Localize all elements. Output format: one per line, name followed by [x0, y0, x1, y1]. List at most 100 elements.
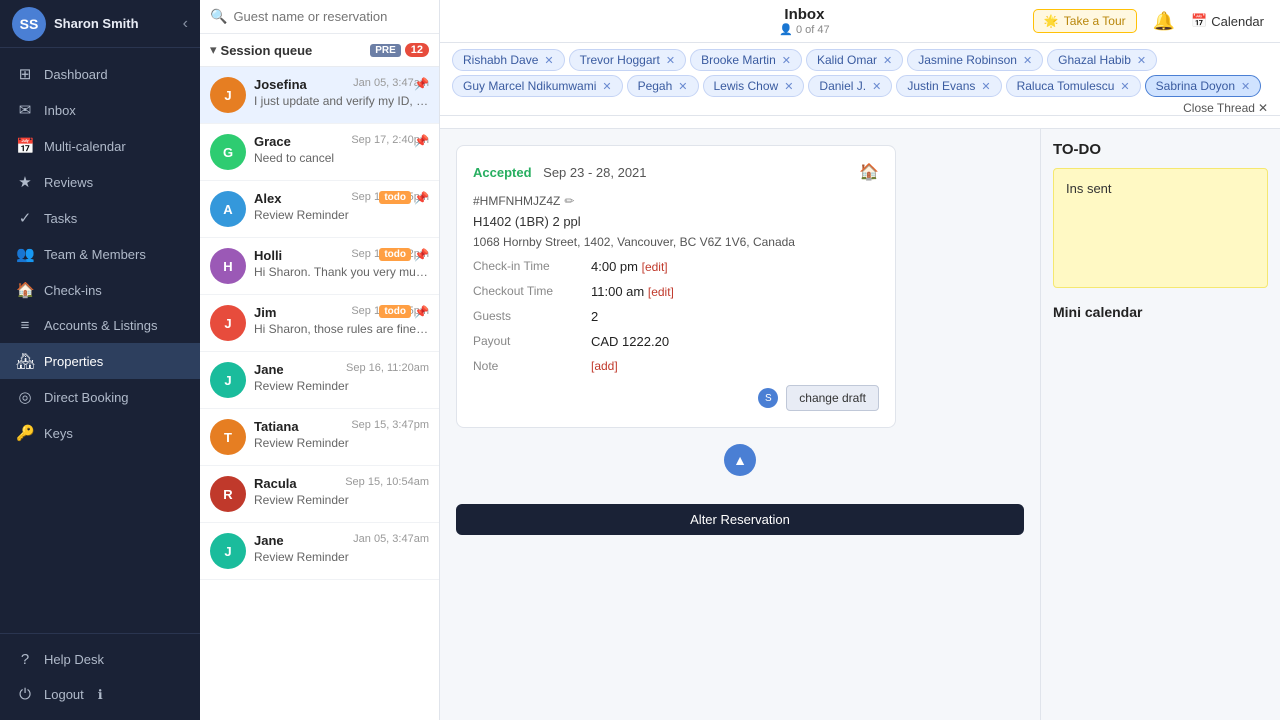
session-queue-toggle-icon[interactable]: ▾: [210, 42, 217, 58]
sidebar-item-direct-booking[interactable]: ◎Direct Booking: [0, 379, 200, 415]
thread-tab-jasmine[interactable]: Jasmine Robinson✕: [907, 49, 1043, 71]
tab-close-icon[interactable]: ✕: [602, 80, 611, 93]
thread-tab-justin[interactable]: Justin Evans✕: [896, 75, 1001, 97]
sidebar-item-reviews[interactable]: ★Reviews: [0, 164, 200, 200]
edit-checkin-link[interactable]: [edit]: [642, 260, 668, 274]
close-thread-button[interactable]: Close Thread ✕: [1183, 101, 1268, 115]
dashboard-icon: ⊞: [16, 65, 34, 83]
thread-tab-lewis[interactable]: Lewis Chow✕: [703, 75, 805, 97]
thread-tab-rishabh[interactable]: Rishabh Dave✕: [452, 49, 565, 71]
change-draft-button[interactable]: change draft: [786, 385, 879, 411]
list-item[interactable]: J Jane Sep 16, 11:20am Review Reminder: [200, 352, 439, 409]
note-label: Note: [473, 359, 583, 373]
scroll-up-button[interactable]: ▲: [724, 444, 756, 476]
avatar: SS: [12, 7, 46, 41]
todo-badge: todo: [379, 191, 411, 204]
sidebar-item-accounts-listings[interactable]: ≡Accounts & Listings: [0, 308, 200, 343]
tab-close-icon[interactable]: ✕: [1241, 80, 1250, 93]
tab-close-icon[interactable]: ✕: [666, 54, 675, 67]
thread-tab-sabrina[interactable]: Sabrina Doyon✕: [1145, 75, 1262, 97]
calendar-button[interactable]: 📅 Calendar: [1191, 13, 1264, 29]
list-item[interactable]: T Tatiana Sep 15, 3:47pm Review Reminder: [200, 409, 439, 466]
thread-tab-trevor[interactable]: Trevor Hoggart✕: [569, 49, 686, 71]
session-queue-label: Session queue: [221, 43, 367, 58]
booking-status: Accepted: [473, 165, 532, 180]
inbox-icon: ✉: [16, 101, 34, 119]
tasks-icon: ✓: [16, 209, 34, 227]
checkout-value: 11:00 am [edit]: [591, 284, 674, 299]
inbox-count: 👤 0 of 47: [779, 23, 829, 36]
list-item[interactable]: J Josefina Jan 05, 3:47am I just update …: [200, 67, 439, 124]
tab-close-icon[interactable]: ✕: [1023, 54, 1032, 67]
booking-property: H1402 (1BR) 2 ppl: [473, 214, 879, 229]
sidebar-item-team-members[interactable]: 👥Team & Members: [0, 236, 200, 272]
search-input[interactable]: [233, 9, 429, 24]
pin-icon: 📌: [414, 134, 429, 148]
note-add-link[interactable]: [add]: [591, 359, 618, 373]
tab-close-icon[interactable]: ✕: [1137, 54, 1146, 67]
logout-icon: ⏻: [16, 686, 34, 703]
edit-checkout-link[interactable]: [edit]: [648, 285, 674, 299]
sidebar-item-check-ins[interactable]: 🏠Check-ins: [0, 272, 200, 308]
todo-card: Ins sent: [1053, 168, 1268, 288]
list-item[interactable]: R Racula Sep 15, 10:54am Review Reminder: [200, 466, 439, 523]
sidebar-footer: ?Help Desk⏻Logoutℹ: [0, 633, 200, 720]
list-item[interactable]: J Jane Jan 05, 3:47am Review Reminder: [200, 523, 439, 580]
list-item[interactable]: A Alex Sep 17, 2:15pm Review Reminder to…: [200, 181, 439, 238]
checkout-label: Checkout Time: [473, 284, 583, 299]
tab-close-icon[interactable]: ✕: [784, 80, 793, 93]
thread-tab-daniel[interactable]: Daniel J.✕: [808, 75, 892, 97]
take-tour-button[interactable]: 🌟 Take a Tour: [1033, 9, 1137, 33]
message-body: Racula Sep 15, 10:54am Review Reminder: [254, 476, 429, 507]
content-area: Accepted Sep 23 - 28, 2021 🏠 #HMFNHMJZ4Z…: [440, 129, 1280, 720]
thread-tab-kalid[interactable]: Kalid Omar✕: [806, 49, 903, 71]
tab-close-icon[interactable]: ✕: [883, 54, 892, 67]
draft-user-icon: S: [758, 388, 778, 408]
sidebar-item-dashboard[interactable]: ⊞Dashboard: [0, 56, 200, 92]
tab-close-icon[interactable]: ✕: [544, 54, 553, 67]
thread-tab-ghazal[interactable]: Ghazal Habib✕: [1047, 49, 1157, 71]
check-in-time-row: Check-in Time 4:00 pm [edit]: [473, 259, 879, 274]
todo-card-text: Ins sent: [1066, 181, 1112, 196]
tab-close-icon[interactable]: ✕: [1120, 80, 1129, 93]
inbox-header: Inbox 👤 0 of 47 🌟 Take a Tour 🔔 📅 Calend…: [440, 0, 1280, 43]
thread-tab-pegah[interactable]: Pegah✕: [627, 75, 699, 97]
thread-tab-guy[interactable]: Guy Marcel Ndikumwami✕: [452, 75, 623, 97]
list-item[interactable]: J Jim Sep 16, 3:15pm Hi Sharon, those ru…: [200, 295, 439, 352]
notification-icon[interactable]: 🔔: [1153, 11, 1175, 32]
user-name: Sharon Smith: [54, 16, 175, 31]
thread-tab-brooke[interactable]: Brooke Martin✕: [690, 49, 802, 71]
calendar-icon: 📅: [1191, 13, 1207, 29]
sidebar-item-help-desk[interactable]: ?Help Desk: [0, 642, 200, 677]
accounts-listings-icon: ≡: [16, 317, 34, 334]
list-item[interactable]: G Grace Sep 17, 2:40pm Need to cancel 📌: [200, 124, 439, 181]
sidebar-item-inbox[interactable]: ✉Inbox: [0, 92, 200, 128]
tab-close-icon[interactable]: ✕: [981, 80, 990, 93]
message-body: Jane Jan 05, 3:47am Review Reminder: [254, 533, 429, 564]
booking-card: Accepted Sep 23 - 28, 2021 🏠 #HMFNHMJZ4Z…: [456, 145, 896, 428]
sidebar-header: SS Sharon Smith ‹: [0, 0, 200, 48]
todo-panel: TO-DO Ins sent Mini calendar: [1040, 129, 1280, 720]
collapse-sidebar-icon[interactable]: ‹: [183, 15, 188, 33]
scroll-up-container: ▲: [456, 436, 1024, 484]
sidebar-item-keys[interactable]: 🔑Keys: [0, 415, 200, 451]
list-item[interactable]: H Holli Sep 16, 5:02pm Hi Sharon. Thank …: [200, 238, 439, 295]
tab-close-icon[interactable]: ✕: [872, 80, 881, 93]
message-body: Tatiana Sep 15, 3:47pm Review Reminder: [254, 419, 429, 450]
tab-close-icon[interactable]: ✕: [782, 54, 791, 67]
thread-tabs: Rishabh Dave✕Trevor Hoggart✕Brooke Marti…: [440, 43, 1280, 116]
check-in-label: Check-in Time: [473, 259, 583, 274]
sidebar-item-properties[interactable]: 🏘Properties: [0, 343, 200, 379]
sidebar-item-tasks[interactable]: ✓Tasks: [0, 200, 200, 236]
booking-address: 1068 Hornby Street, 1402, Vancouver, BC …: [473, 235, 879, 249]
todo-badge: todo: [379, 305, 411, 318]
alter-reservation-button[interactable]: Alter Reservation: [456, 504, 1024, 535]
booking-card-header: Accepted Sep 23 - 28, 2021 🏠: [473, 162, 879, 182]
reviews-icon: ★: [16, 173, 34, 191]
sidebar-item-multi-calendar[interactable]: 📅Multi-calendar: [0, 128, 200, 164]
tab-close-icon[interactable]: ✕: [678, 80, 687, 93]
sidebar-item-logout[interactable]: ⏻Logoutℹ: [0, 677, 200, 712]
thread-tab-raluca[interactable]: Raluca Tomulescu✕: [1006, 75, 1141, 97]
inbox-person-icon: 👤: [779, 24, 793, 36]
edit-conf-icon[interactable]: ✏: [564, 194, 574, 208]
